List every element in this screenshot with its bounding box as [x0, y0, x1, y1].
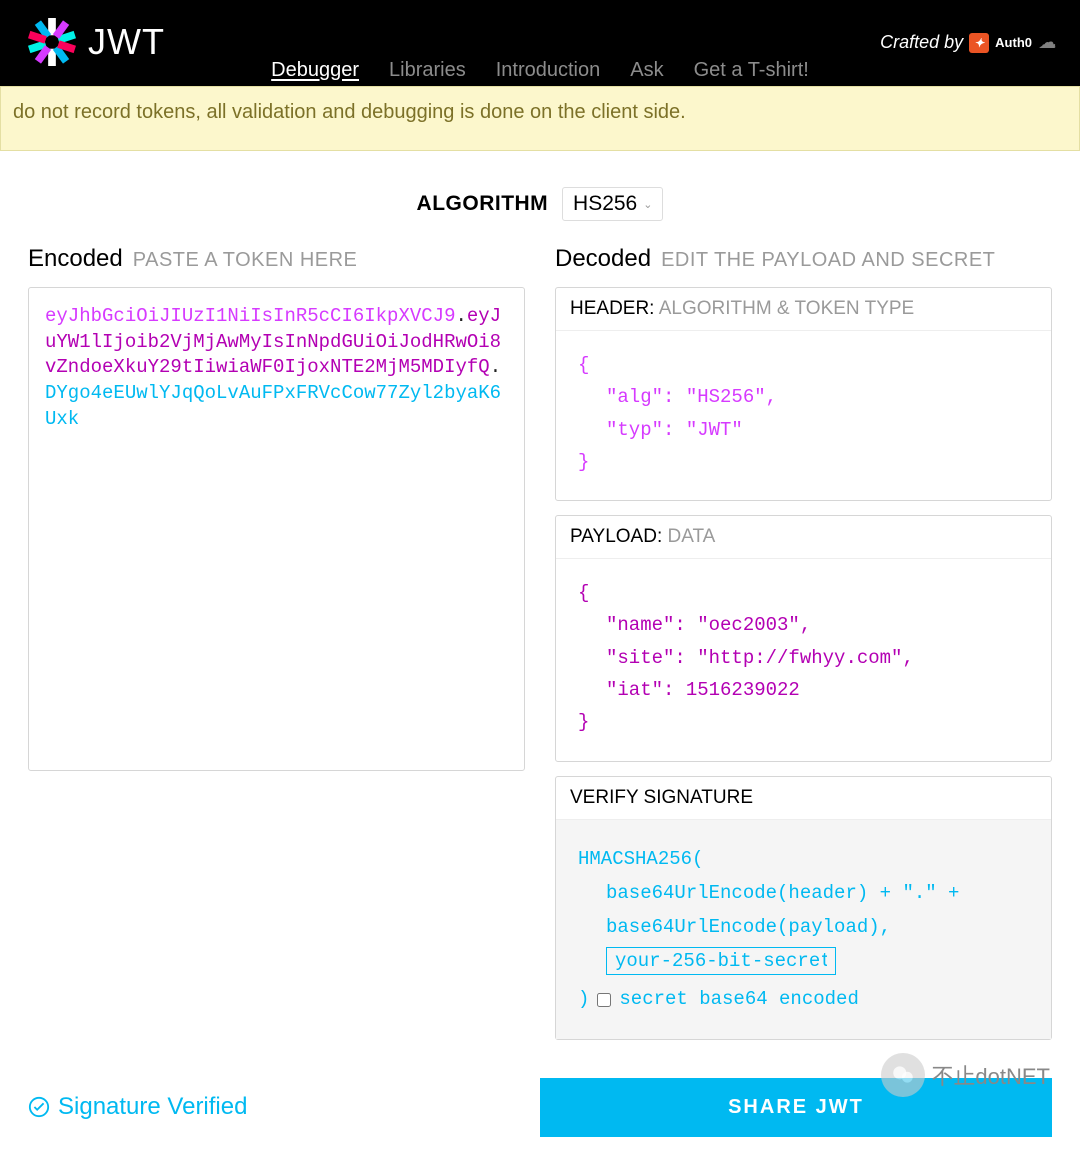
auth0-shield-icon: ✦ — [969, 33, 989, 53]
secret-base64-label: secret base64 encoded — [619, 982, 858, 1016]
header-json-editor[interactable]: { "alg": "HS256", "typ": "JWT" } — [556, 331, 1051, 500]
encoded-token-input[interactable]: eyJhbGciOiJIUzI1NiIsInR5cCI6IkpXVCJ9.eyJ… — [28, 287, 525, 771]
header-box-sub: ALGORITHM & TOKEN TYPE — [659, 298, 915, 319]
check-circle-icon — [28, 1096, 50, 1118]
chevron-down-icon: ⌄ — [643, 198, 652, 211]
algorithm-value: HS256 — [573, 192, 637, 216]
header-box-label: HEADER: — [570, 298, 654, 319]
algorithm-row: ALGORITHM HS256 ⌄ — [0, 187, 1080, 221]
watermark-text: 不止dotNET — [931, 1059, 1050, 1091]
token-header-part: eyJhbGciOiJIUzI1NiIsInR5cCI6IkpXVCJ9 — [45, 305, 455, 327]
secret-base64-checkbox[interactable] — [597, 993, 611, 1007]
decoded-title: Decoded — [555, 245, 651, 273]
payload-box-sub: DATA — [668, 526, 716, 547]
supported-icon: ☁ — [1038, 32, 1056, 53]
signature-status-text: Signature Verified — [58, 1093, 247, 1121]
nav-introduction[interactable]: Introduction — [496, 59, 601, 82]
nav-libraries[interactable]: Libraries — [389, 59, 466, 82]
main-nav: Debugger Libraries Introduction Ask Get … — [0, 59, 1080, 82]
crafted-by[interactable]: Crafted by ✦ Auth0 ☁ — [880, 32, 1056, 53]
payload-box: PAYLOAD: DATA { "name": "oec2003", "site… — [555, 515, 1052, 761]
payload-json-editor[interactable]: { "name": "oec2003", "site": "http://fwh… — [556, 559, 1051, 760]
wechat-icon — [881, 1053, 925, 1097]
verify-box: VERIFY SIGNATURE HMACSHA256( base64UrlEn… — [555, 776, 1052, 1040]
nav-ask[interactable]: Ask — [630, 59, 663, 82]
brand-text: JWT — [88, 21, 165, 63]
verify-signature-body: HMACSHA256( base64UrlEncode(header) + ".… — [556, 820, 1051, 1039]
encoded-title: Encoded — [28, 245, 123, 273]
top-header: JWT Crafted by ✦ Auth0 ☁ Debugger Librar… — [0, 0, 1080, 86]
nav-tshirt[interactable]: Get a T-shirt! — [694, 59, 809, 82]
decoded-column: Decoded EDIT THE PAYLOAD AND SECRET HEAD… — [555, 245, 1052, 1054]
signature-status: Signature Verified — [28, 1093, 247, 1121]
encoded-column: Encoded PASTE A TOKEN HERE eyJhbGciOiJIU… — [28, 245, 525, 1054]
payload-box-label: PAYLOAD: — [570, 526, 662, 547]
encoded-subtitle: PASTE A TOKEN HERE — [133, 249, 358, 272]
verify-box-label: VERIFY SIGNATURE — [570, 787, 753, 808]
decoded-subtitle: EDIT THE PAYLOAD AND SECRET — [661, 249, 995, 272]
algorithm-select[interactable]: HS256 ⌄ — [562, 187, 663, 221]
watermark: 不止dotNET — [881, 1053, 1050, 1097]
nav-debugger[interactable]: Debugger — [271, 59, 359, 82]
secret-input[interactable] — [606, 947, 836, 975]
crafted-label: Crafted by — [880, 32, 963, 53]
auth0-text: Auth0 — [995, 35, 1032, 50]
algorithm-label: ALGORITHM — [417, 192, 549, 215]
header-box: HEADER: ALGORITHM & TOKEN TYPE { "alg": … — [555, 287, 1052, 501]
warning-banner: do not record tokens, all validation and… — [0, 86, 1080, 151]
token-signature-part: DYgo4eEUwlYJqQoLvAuFPxFRVcCow77Zyl2byaK6… — [45, 382, 501, 430]
